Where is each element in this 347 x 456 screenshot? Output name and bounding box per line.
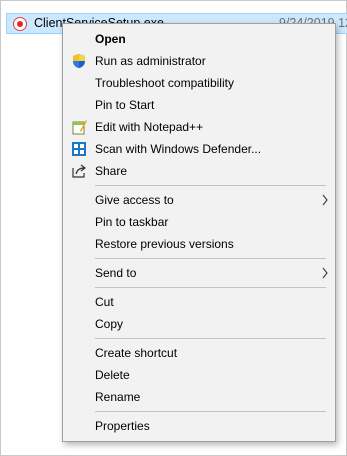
menu-separator (95, 258, 326, 259)
menu-item-pin-to-taskbar[interactable]: Pin to taskbar (63, 211, 335, 233)
menu-item-label: Properties (95, 419, 150, 433)
menu-item-label: Rename (95, 390, 141, 404)
menu-item-label: Delete (95, 368, 130, 382)
menu-item-copy[interactable]: Copy (63, 313, 335, 335)
screenshot-frame: ClientServiceSetup.exe 9/24/2019 12 Open… (0, 0, 347, 456)
chevron-right-icon (322, 267, 328, 279)
menu-item-properties[interactable]: Properties (63, 415, 335, 437)
menu-item-label: Scan with Windows Defender... (95, 142, 262, 156)
menu-item-cut[interactable]: Cut (63, 291, 335, 313)
menu-item-label: Create shortcut (95, 346, 178, 360)
menu-item-label: Edit with Notepad++ (95, 120, 204, 134)
menu-item-label: Troubleshoot compatibility (95, 76, 234, 90)
uac-shield-icon (73, 54, 85, 68)
menu-item-delete[interactable]: Delete (63, 364, 335, 386)
menu-item-label: Cut (95, 295, 114, 309)
menu-item-edit-with-notepad-plus-plus[interactable]: Edit with Notepad++ (63, 116, 335, 138)
menu-item-label: Give access to (95, 193, 174, 207)
menu-separator (95, 185, 326, 186)
menu-item-pin-to-start[interactable]: Pin to Start (63, 94, 335, 116)
menu-item-label: Share (95, 164, 128, 178)
menu-item-troubleshoot-compatibility[interactable]: Troubleshoot compatibility (63, 72, 335, 94)
app-icon (13, 17, 27, 31)
menu-item-open[interactable]: Open (63, 28, 335, 50)
menu-separator (95, 338, 326, 339)
menu-item-label: Pin to taskbar (95, 215, 169, 229)
menu-item-label: Open (95, 32, 126, 46)
menu-item-give-access-to[interactable]: Give access to (63, 189, 335, 211)
context-menu: Open Run as administrator Troubleshoot c… (62, 23, 336, 442)
menu-item-rename[interactable]: Rename (63, 386, 335, 408)
menu-item-create-shortcut[interactable]: Create shortcut (63, 342, 335, 364)
menu-separator (95, 411, 326, 412)
menu-separator (95, 287, 326, 288)
share-icon (72, 164, 86, 178)
windows-defender-icon (72, 142, 86, 156)
menu-item-scan-with-windows-defender[interactable]: Scan with Windows Defender... (63, 138, 335, 160)
menu-item-label: Pin to Start (95, 98, 155, 112)
chevron-right-icon (322, 194, 328, 206)
menu-item-run-as-administrator[interactable]: Run as administrator (63, 50, 335, 72)
menu-item-label: Copy (95, 317, 124, 331)
menu-item-label: Send to (95, 266, 137, 280)
menu-item-share[interactable]: Share (63, 160, 335, 182)
menu-item-label: Run as administrator (95, 54, 206, 68)
menu-item-label: Restore previous versions (95, 237, 234, 251)
menu-item-send-to[interactable]: Send to (63, 262, 335, 284)
notepad-plus-plus-icon (72, 120, 87, 135)
menu-item-restore-previous-versions[interactable]: Restore previous versions (63, 233, 335, 255)
